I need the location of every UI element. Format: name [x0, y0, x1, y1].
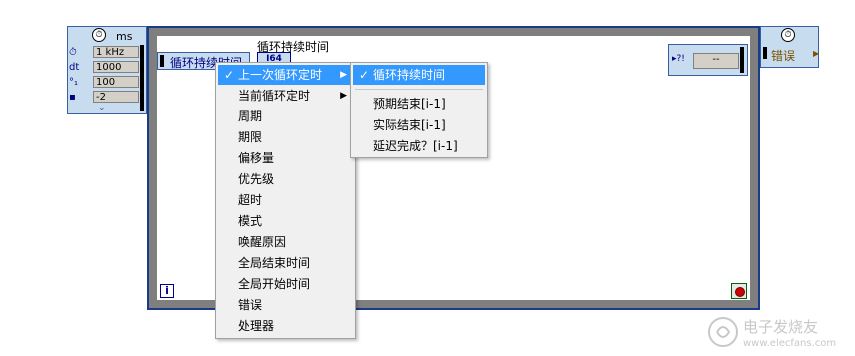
- timed-loop-input-node[interactable]: ⏱ ms ⏱ 1 kHz dt 1000 °₁ 100 ▪ -2 ⌄: [67, 26, 147, 114]
- menu-item-deadline[interactable]: 期限: [218, 127, 262, 147]
- input-node-stripe: [140, 45, 144, 111]
- stop-terminal[interactable]: [731, 283, 747, 299]
- context-menu[interactable]: ✓ 上一次循环定时 ▶ 当前循环定时 ▶ 周期 期限 偏移量 优先级 超时 模式…: [215, 62, 356, 339]
- source-value[interactable]: 1 kHz: [93, 46, 139, 58]
- input-node-header: ⏱ ms: [68, 27, 146, 45]
- error-in-icon: ▸?!: [672, 54, 685, 64]
- iteration-terminal[interactable]: i: [160, 284, 174, 298]
- watermark-logo: 电子发烧友 www.elecfans.com: [703, 312, 848, 352]
- dt-row[interactable]: dt 1000: [69, 61, 139, 74]
- unit-label: ms: [116, 30, 133, 43]
- left-data-node-bar: [160, 55, 164, 67]
- menu-item-priority[interactable]: 优先级: [218, 169, 274, 189]
- offset-icon: °₁: [69, 77, 79, 88]
- right-data-node[interactable]: ▸?! --: [668, 44, 748, 76]
- submenu-item-finished-late[interactable]: 延迟完成？[i-1]: [353, 136, 458, 156]
- menu-item-label: 上一次循环定时: [238, 68, 323, 82]
- clock-icon: ⏱: [92, 28, 106, 42]
- resize-chevron-icon[interactable]: ⌄: [98, 103, 106, 113]
- check-icon: ✓: [359, 68, 370, 82]
- offset-row[interactable]: °₁ 100: [69, 76, 139, 89]
- menu-item-offset[interactable]: 偏移量: [218, 148, 274, 168]
- output-arrow-icon: ▶: [813, 49, 820, 58]
- menu-item-error[interactable]: 错误: [218, 295, 262, 315]
- menu-item-last-loop-timing[interactable]: ✓ 上一次循环定时 ▶: [218, 65, 353, 85]
- output-node-bar: [763, 47, 767, 59]
- menu-item-global-start-time[interactable]: 全局开始时间: [218, 274, 310, 294]
- submenu-item-loop-duration[interactable]: ✓ 循环持续时间: [353, 65, 485, 85]
- submenu-item-actual-end[interactable]: 实际结束[i-1]: [353, 115, 446, 135]
- menu-item-mode[interactable]: 模式: [218, 211, 262, 231]
- error-output-label[interactable]: 错误: [771, 47, 795, 64]
- error-value[interactable]: --: [693, 53, 739, 69]
- right-data-node-bar: [740, 47, 744, 73]
- submenu-arrow-icon: ▶: [340, 91, 347, 101]
- menu-item-current-loop-timing[interactable]: 当前循环定时 ▶: [218, 86, 353, 106]
- stop-icon: [735, 287, 745, 297]
- source-row[interactable]: ⏱ 1 kHz: [69, 46, 139, 59]
- menu-item-period[interactable]: 周期: [218, 106, 262, 126]
- menu-item-global-end-time[interactable]: 全局结束时间: [218, 253, 310, 273]
- menu-item-timeout[interactable]: 超时: [218, 190, 262, 210]
- processor-icon: ▪: [69, 92, 76, 103]
- context-submenu[interactable]: ✓ 循环持续时间 预期结束[i-1] 实际结束[i-1] 延迟完成？[i-1]: [350, 62, 488, 158]
- menu-item-wakeup-reason[interactable]: 唤醒原因: [218, 232, 286, 252]
- menu-item-label: 循环持续时间: [373, 68, 446, 82]
- submenu-arrow-icon: ▶: [340, 70, 347, 80]
- dt-value[interactable]: 1000: [93, 61, 139, 73]
- check-icon: ✓: [224, 68, 235, 82]
- menu-item-processor[interactable]: 处理器: [218, 316, 274, 336]
- source-icon: ⏱: [69, 47, 77, 58]
- clock-icon: ⏱: [781, 28, 795, 42]
- processor-value[interactable]: -2: [93, 91, 139, 103]
- svg-text:www.elecfans.com: www.elecfans.com: [743, 338, 836, 349]
- menu-separator: [355, 89, 483, 90]
- offset-value[interactable]: 100: [93, 76, 139, 88]
- watermark-icon: 电子发烧友 www.elecfans.com: [708, 317, 836, 349]
- dt-label: dt: [69, 62, 80, 73]
- svg-text:电子发烧友: 电子发烧友: [743, 318, 818, 336]
- submenu-item-expected-end[interactable]: 预期结束[i-1]: [353, 94, 446, 114]
- timed-loop-output-node[interactable]: ⏱ 错误 ▶: [760, 26, 819, 68]
- menu-item-label: 当前循环定时: [238, 89, 311, 103]
